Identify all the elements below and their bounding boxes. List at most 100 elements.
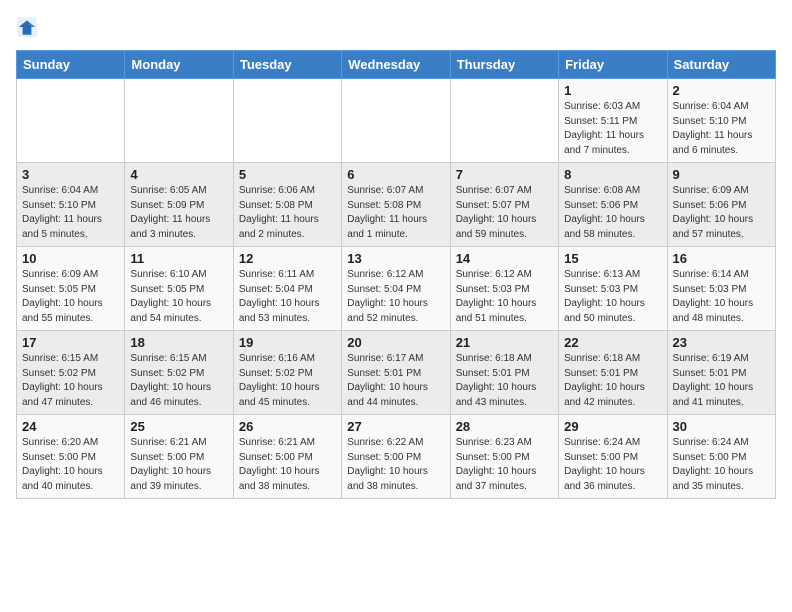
day-number: 26 (239, 419, 336, 434)
day-number: 19 (239, 335, 336, 350)
logo (16, 16, 40, 38)
day-number: 16 (673, 251, 770, 266)
calendar-cell: 17 Sunrise: 6:15 AM Sunset: 5:02 PM Dayli… (17, 331, 125, 415)
day-number: 25 (130, 419, 227, 434)
day-number: 18 (130, 335, 227, 350)
weekday-header: Friday (559, 51, 667, 79)
calendar-cell: 6Sunrise: 6:07 AM Sunset: 5:08 PM Daylig… (342, 163, 450, 247)
day-info: Sunrise: 6:08 AM Sunset: 5:06 PM Dayligh… (564, 184, 661, 242)
calendar-cell: 8Sunrise: 6:08 AM Sunset: 5:06 PM Daylig… (559, 163, 667, 247)
calendar-week-row: 17 Sunrise: 6:15 AM Sunset: 5:02 PM Dayli… (17, 331, 776, 415)
calendar-cell: 29 Sunrise: 6:24 AM Sunset: 5:00 PM Dayli… (559, 415, 667, 499)
day-number: 27 (347, 419, 444, 434)
day-info: Sunrise: 6:16 AM Sunset: 5:02 PM Dayligh… (239, 352, 336, 410)
calendar-cell: 9 Sunrise: 6:09 AM Sunset: 5:06 PM Daylig… (667, 163, 775, 247)
day-info: Sunrise: 6:22 AM Sunset: 5:00 PM Dayligh… (347, 436, 444, 494)
day-info: Sunrise: 6:14 AM Sunset: 5:03 PM Dayligh… (673, 268, 770, 326)
calendar-cell (233, 79, 341, 163)
calendar-cell: 27 Sunrise: 6:22 AM Sunset: 5:00 PM Dayli… (342, 415, 450, 499)
day-number: 21 (456, 335, 553, 350)
day-number: 24 (22, 419, 119, 434)
day-info: Sunrise: 6:21 AM Sunset: 5:00 PM Dayligh… (239, 436, 336, 494)
calendar-cell: 10Sunrise: 6:09 AM Sunset: 5:05 PM Dayli… (17, 247, 125, 331)
weekday-header: Tuesday (233, 51, 341, 79)
weekday-header: Sunday (17, 51, 125, 79)
day-number: 11 (130, 251, 227, 266)
calendar-cell (342, 79, 450, 163)
calendar-cell: 26 Sunrise: 6:21 AM Sunset: 5:00 PM Dayli… (233, 415, 341, 499)
day-number: 7 (456, 167, 553, 182)
day-info: Sunrise: 6:10 AM Sunset: 5:05 PM Dayligh… (130, 268, 227, 326)
calendar-cell: 3 Sunrise: 6:04 AM Sunset: 5:10 PM Daylig… (17, 163, 125, 247)
calendar-cell: 11 Sunrise: 6:10 AM Sunset: 5:05 PM Dayli… (125, 247, 233, 331)
calendar-cell: 21Sunrise: 6:18 AM Sunset: 5:01 PM Dayli… (450, 331, 558, 415)
day-info: Sunrise: 6:15 AM Sunset: 5:02 PM Dayligh… (22, 352, 119, 410)
day-info: Sunrise: 6:13 AM Sunset: 5:03 PM Dayligh… (564, 268, 661, 326)
calendar-cell: 4 Sunrise: 6:05 AM Sunset: 5:09 PM Daylig… (125, 163, 233, 247)
calendar-cell: 12 Sunrise: 6:11 AM Sunset: 5:04 PM Dayli… (233, 247, 341, 331)
calendar-cell (125, 79, 233, 163)
day-number: 1 (564, 83, 661, 98)
day-info: Sunrise: 6:24 AM Sunset: 5:00 PM Dayligh… (673, 436, 770, 494)
day-number: 6 (347, 167, 444, 182)
day-number: 28 (456, 419, 553, 434)
day-info: Sunrise: 6:20 AM Sunset: 5:00 PM Dayligh… (22, 436, 119, 494)
calendar-cell: 2 Sunrise: 6:04 AM Sunset: 5:10 PM Daylig… (667, 79, 775, 163)
day-info: Sunrise: 6:15 AM Sunset: 5:02 PM Dayligh… (130, 352, 227, 410)
calendar-week-row: 24 Sunrise: 6:20 AM Sunset: 5:00 PM Dayli… (17, 415, 776, 499)
page-header (16, 16, 776, 38)
calendar-cell: 25 Sunrise: 6:21 AM Sunset: 5:00 PM Dayli… (125, 415, 233, 499)
calendar-cell: 15 Sunrise: 6:13 AM Sunset: 5:03 PM Dayli… (559, 247, 667, 331)
calendar-cell: 22Sunrise: 6:18 AM Sunset: 5:01 PM Dayli… (559, 331, 667, 415)
day-number: 14 (456, 251, 553, 266)
day-number: 10 (22, 251, 119, 266)
calendar-cell: 14 Sunrise: 6:12 AM Sunset: 5:03 PM Dayli… (450, 247, 558, 331)
day-info: Sunrise: 6:12 AM Sunset: 5:03 PM Dayligh… (456, 268, 553, 326)
calendar-cell: 30Sunrise: 6:24 AM Sunset: 5:00 PM Dayli… (667, 415, 775, 499)
calendar-cell: 19 Sunrise: 6:16 AM Sunset: 5:02 PM Dayli… (233, 331, 341, 415)
calendar-week-row: 1 Sunrise: 6:03 AM Sunset: 5:11 PM Daylig… (17, 79, 776, 163)
day-info: Sunrise: 6:11 AM Sunset: 5:04 PM Dayligh… (239, 268, 336, 326)
calendar-cell: 7 Sunrise: 6:07 AM Sunset: 5:07 PM Daylig… (450, 163, 558, 247)
calendar-cell: 16 Sunrise: 6:14 AM Sunset: 5:03 PM Dayli… (667, 247, 775, 331)
day-info: Sunrise: 6:09 AM Sunset: 5:06 PM Dayligh… (673, 184, 770, 242)
day-number: 2 (673, 83, 770, 98)
calendar-cell: 24 Sunrise: 6:20 AM Sunset: 5:00 PM Dayli… (17, 415, 125, 499)
calendar-cell: 28 Sunrise: 6:23 AM Sunset: 5:00 PM Dayli… (450, 415, 558, 499)
day-info: Sunrise: 6:17 AM Sunset: 5:01 PM Dayligh… (347, 352, 444, 410)
calendar-cell (450, 79, 558, 163)
calendar-table: SundayMondayTuesdayWednesdayThursdayFrid… (16, 50, 776, 499)
day-info: Sunrise: 6:03 AM Sunset: 5:11 PM Dayligh… (564, 100, 661, 158)
day-number: 3 (22, 167, 119, 182)
day-number: 9 (673, 167, 770, 182)
day-number: 20 (347, 335, 444, 350)
day-number: 29 (564, 419, 661, 434)
day-number: 12 (239, 251, 336, 266)
day-number: 22 (564, 335, 661, 350)
weekday-header: Saturday (667, 51, 775, 79)
day-info: Sunrise: 6:19 AM Sunset: 5:01 PM Dayligh… (673, 352, 770, 410)
logo-icon (16, 16, 38, 38)
day-number: 4 (130, 167, 227, 182)
day-info: Sunrise: 6:04 AM Sunset: 5:10 PM Dayligh… (673, 100, 770, 158)
day-info: Sunrise: 6:21 AM Sunset: 5:00 PM Dayligh… (130, 436, 227, 494)
day-info: Sunrise: 6:24 AM Sunset: 5:00 PM Dayligh… (564, 436, 661, 494)
calendar-cell: 23 Sunrise: 6:19 AM Sunset: 5:01 PM Dayli… (667, 331, 775, 415)
calendar-cell: 1 Sunrise: 6:03 AM Sunset: 5:11 PM Daylig… (559, 79, 667, 163)
calendar-header-row: SundayMondayTuesdayWednesdayThursdayFrid… (17, 51, 776, 79)
day-number: 15 (564, 251, 661, 266)
day-number: 23 (673, 335, 770, 350)
weekday-header: Wednesday (342, 51, 450, 79)
calendar-cell: 20 Sunrise: 6:17 AM Sunset: 5:01 PM Dayli… (342, 331, 450, 415)
day-info: Sunrise: 6:07 AM Sunset: 5:07 PM Dayligh… (456, 184, 553, 242)
day-info: Sunrise: 6:06 AM Sunset: 5:08 PM Dayligh… (239, 184, 336, 242)
calendar-week-row: 10Sunrise: 6:09 AM Sunset: 5:05 PM Dayli… (17, 247, 776, 331)
day-number: 17 (22, 335, 119, 350)
calendar-cell (17, 79, 125, 163)
day-info: Sunrise: 6:04 AM Sunset: 5:10 PM Dayligh… (22, 184, 119, 242)
day-info: Sunrise: 6:23 AM Sunset: 5:00 PM Dayligh… (456, 436, 553, 494)
calendar-week-row: 3 Sunrise: 6:04 AM Sunset: 5:10 PM Daylig… (17, 163, 776, 247)
day-info: Sunrise: 6:05 AM Sunset: 5:09 PM Dayligh… (130, 184, 227, 242)
day-number: 5 (239, 167, 336, 182)
calendar-cell: 18 Sunrise: 6:15 AM Sunset: 5:02 PM Dayli… (125, 331, 233, 415)
